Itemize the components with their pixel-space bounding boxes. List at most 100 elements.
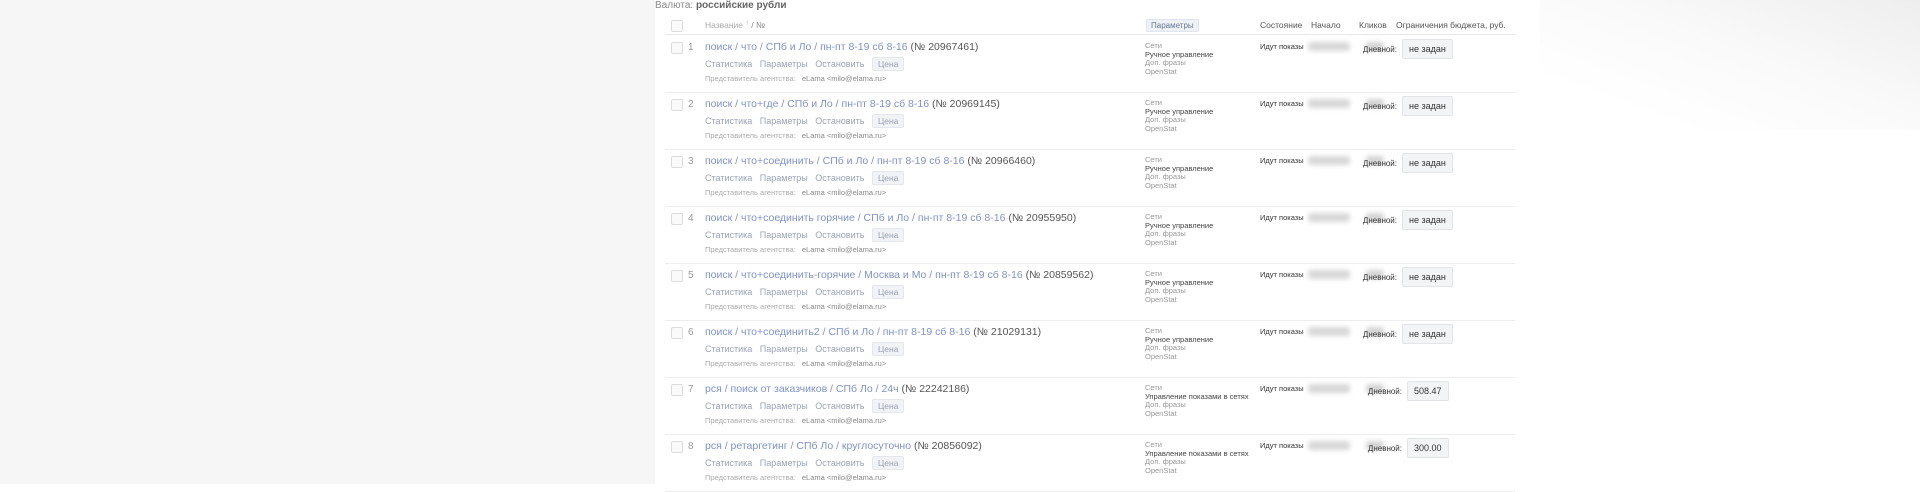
- agency-info: Представитель агентства: eLama <milo@ela…: [705, 131, 886, 140]
- stop-link[interactable]: Остановить: [815, 287, 864, 297]
- price-button[interactable]: Цена: [871, 456, 905, 470]
- daily-budget-label: Дневной:: [1362, 159, 1397, 168]
- campaign-row: 5 поиск / что+соединить-горячие / Москва…: [655, 264, 1515, 321]
- campaign-state: Идут показы: [1260, 384, 1304, 393]
- row-checkbox[interactable]: [671, 441, 683, 453]
- params-link[interactable]: Параметры: [760, 344, 808, 354]
- currency-value: российские рубли: [695, 0, 787, 11]
- campaign-name-link[interactable]: поиск / что+соединить / СПб и Ло / пн-пт…: [705, 155, 964, 167]
- agency-info: Представитель агентства: eLama <milo@ela…: [705, 416, 886, 425]
- select-all-checkbox[interactable]: [671, 20, 683, 32]
- price-button[interactable]: Цена: [871, 342, 905, 356]
- stats-link[interactable]: Статистика: [705, 401, 752, 411]
- campaign-id: (№ 21029131): [973, 326, 1042, 338]
- daily-budget-label: Дневной:: [1362, 216, 1397, 225]
- daily-budget-value[interactable]: 508.47: [1407, 381, 1449, 401]
- row-number: 6: [688, 327, 694, 338]
- params-link[interactable]: Параметры: [760, 458, 808, 468]
- price-button[interactable]: Цена: [871, 114, 905, 128]
- row-checkbox[interactable]: [671, 42, 683, 54]
- campaign-name-link[interactable]: поиск / что+где / СПб и Ло / пн-пт 8-19 …: [705, 98, 929, 110]
- params-link[interactable]: Параметры: [760, 287, 808, 297]
- campaign-row: 1 поиск / что / СПб и Ло / пн-пт 8-19 сб…: [655, 36, 1515, 93]
- daily-budget-value[interactable]: 300.00: [1407, 438, 1449, 458]
- campaign-name-link[interactable]: поиск / что+соединить2 / СПб и Ло / пн-п…: [705, 326, 970, 338]
- stats-link[interactable]: Статистика: [705, 287, 752, 297]
- campaign-title: поиск / что+соединить-горячие / Москва и…: [705, 269, 1094, 281]
- row-checkbox[interactable]: [671, 327, 683, 339]
- currency-info: Валюта: российские рубли: [655, 0, 786, 11]
- left-sidebar-area: [0, 0, 655, 484]
- campaign-name-link[interactable]: поиск / что+соединить-горячие / Москва и…: [705, 269, 1023, 281]
- column-header-name[interactable]: Название ↑ / №: [705, 20, 765, 30]
- daily-budget-value[interactable]: не задан: [1402, 267, 1453, 287]
- row-actions: Статистика Параметры Остановить Цена: [705, 285, 909, 299]
- row-checkbox[interactable]: [671, 213, 683, 225]
- price-button[interactable]: Цена: [871, 228, 905, 242]
- stats-link[interactable]: Статистика: [705, 230, 752, 240]
- daily-budget-value[interactable]: не задан: [1402, 96, 1453, 116]
- row-checkbox[interactable]: [671, 384, 683, 396]
- campaign-id: (№ 20859562): [1025, 269, 1094, 281]
- campaign-name-link[interactable]: поиск / что / СПб и Ло / пн-пт 8-19 сб 8…: [705, 41, 908, 53]
- daily-budget-value[interactable]: не задан: [1402, 210, 1453, 230]
- row-number: 5: [688, 270, 694, 281]
- campaign-row: 6 поиск / что+соединить2 / СПб и Ло / пн…: [655, 321, 1515, 378]
- campaign-title: поиск / что / СПб и Ло / пн-пт 8-19 сб 8…: [705, 41, 978, 53]
- column-header-params[interactable]: Параметры: [1146, 19, 1199, 32]
- background-decoration: [1540, 0, 1920, 130]
- stop-link[interactable]: Остановить: [815, 173, 864, 183]
- stats-link[interactable]: Статистика: [705, 59, 752, 69]
- stats-link[interactable]: Статистика: [705, 116, 752, 126]
- stats-link[interactable]: Статистика: [705, 173, 752, 183]
- params-link[interactable]: Параметры: [760, 230, 808, 240]
- params-link[interactable]: Параметры: [760, 401, 808, 411]
- column-header-start[interactable]: Начало: [1311, 20, 1341, 30]
- row-actions: Статистика Параметры Остановить Цена: [705, 228, 909, 242]
- stop-link[interactable]: Остановить: [815, 59, 864, 69]
- stop-link[interactable]: Остановить: [815, 458, 864, 468]
- campaign-name-link[interactable]: рся / поиск от заказчиков / СПб Ло / 24ч: [705, 383, 899, 395]
- agency-contact: eLama <milo@elama.ru>: [801, 416, 887, 425]
- row-actions: Статистика Параметры Остановить Цена: [705, 399, 909, 413]
- agency-label: Представитель агентства:: [705, 359, 796, 368]
- price-button[interactable]: Цена: [871, 399, 905, 413]
- daily-budget-label: Дневной:: [1362, 45, 1397, 54]
- param-openstat: OpenStat: [1145, 465, 1177, 475]
- price-button[interactable]: Цена: [871, 285, 905, 299]
- agency-info: Представитель агентства: eLama <milo@ela…: [705, 473, 886, 482]
- row-checkbox[interactable]: [671, 156, 683, 168]
- daily-budget-value[interactable]: не задан: [1402, 153, 1453, 173]
- params-link[interactable]: Параметры: [760, 59, 808, 69]
- price-button[interactable]: Цена: [871, 171, 905, 185]
- header-divider: [665, 34, 1515, 35]
- column-header-state[interactable]: Состояние: [1260, 20, 1302, 30]
- row-checkbox[interactable]: [671, 99, 683, 111]
- column-header-clicks[interactable]: Кликов: [1359, 20, 1387, 30]
- stats-link[interactable]: Статистика: [705, 344, 752, 354]
- daily-budget-label: Дневной:: [1362, 273, 1397, 282]
- params-link[interactable]: Параметры: [760, 173, 808, 183]
- price-button[interactable]: Цена: [871, 57, 905, 71]
- campaign-name-link[interactable]: рся / ретаргетинг / СПб Ло / круглосуточ…: [705, 440, 911, 452]
- row-actions: Статистика Параметры Остановить Цена: [705, 456, 909, 470]
- campaign-name-link[interactable]: поиск / что+соединить горячие / СПб и Ло…: [705, 212, 1005, 224]
- row-checkbox[interactable]: [671, 270, 683, 282]
- row-number: 1: [688, 42, 694, 53]
- stop-link[interactable]: Остановить: [815, 401, 864, 411]
- stop-link[interactable]: Остановить: [815, 344, 864, 354]
- daily-budget-value[interactable]: не задан: [1402, 39, 1453, 59]
- campaign-params: Сети Ручное управление Доп. фразы OpenSt…: [1145, 41, 1213, 76]
- campaign-params: Сети Управление показами в сетях Доп. фр…: [1145, 383, 1249, 418]
- stats-link[interactable]: Статистика: [705, 458, 752, 468]
- stop-link[interactable]: Остановить: [815, 230, 864, 240]
- params-link[interactable]: Параметры: [760, 116, 808, 126]
- campaign-state: Идут показы: [1260, 42, 1304, 51]
- campaign-row: 7 рся / поиск от заказчиков / СПб Ло / 2…: [655, 378, 1515, 435]
- campaign-title: поиск / что+где / СПб и Ло / пн-пт 8-19 …: [705, 98, 1000, 110]
- param-openstat: OpenStat: [1145, 123, 1177, 133]
- stop-link[interactable]: Остановить: [815, 116, 864, 126]
- campaign-id: (№ 20966460): [967, 155, 1036, 167]
- daily-budget-value[interactable]: не задан: [1402, 324, 1453, 344]
- campaign-id: (№ 20955950): [1008, 212, 1077, 224]
